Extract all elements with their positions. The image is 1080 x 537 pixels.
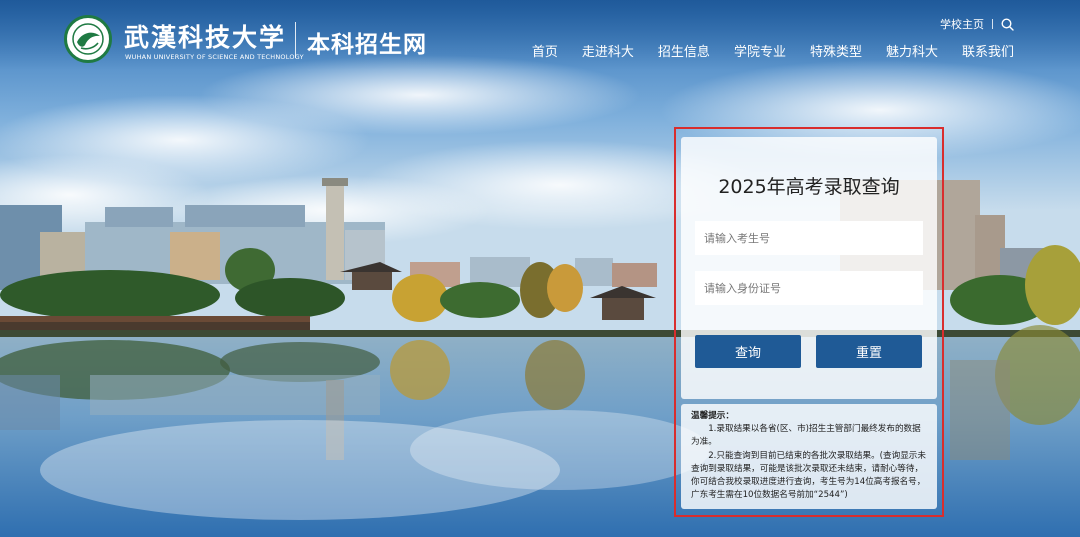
university-name-en: WUHAN UNIVERSITY OF SCIENCE AND TECHNOLO… bbox=[125, 53, 304, 61]
nav-special-types[interactable]: 特殊类型 bbox=[810, 41, 862, 60]
nav-admission-info[interactable]: 招生信息 bbox=[658, 41, 710, 60]
nav-about[interactable]: 走进科大 bbox=[582, 41, 634, 60]
id-number-input[interactable] bbox=[695, 271, 923, 305]
nav-contact[interactable]: 联系我们 bbox=[962, 41, 1014, 60]
query-button[interactable]: 查询 bbox=[695, 335, 801, 368]
search-icon[interactable] bbox=[1001, 17, 1014, 31]
top-link-separator bbox=[992, 19, 993, 29]
top-links: 学校主页 bbox=[940, 16, 1014, 32]
site-header: 武漢科技大学 WUHAN UNIVERSITY OF SCIENCE AND T… bbox=[0, 0, 1080, 70]
university-emblem-logo[interactable] bbox=[64, 15, 112, 63]
logo-divider bbox=[295, 22, 296, 58]
nav-charm[interactable]: 魅力科大 bbox=[886, 41, 938, 60]
main-nav: 首页 走进科大 招生信息 学院专业 特殊类型 魅力科大 联系我们 bbox=[508, 41, 1014, 60]
university-name-cn: 武漢科技大学 bbox=[124, 23, 287, 52]
admission-query-panel: 2025年高考录取查询 查询 重置 bbox=[681, 137, 937, 399]
tips-panel: 温馨提示： 1.录取结果以各省(区、市)招生主管部门最终发布的数据为准。 2.只… bbox=[681, 404, 937, 509]
school-homepage-link[interactable]: 学校主页 bbox=[940, 16, 984, 32]
tips-heading: 温馨提示： bbox=[691, 411, 734, 421]
reset-button[interactable]: 重置 bbox=[816, 335, 922, 368]
query-title: 2025年高考录取查询 bbox=[718, 176, 900, 198]
tip-item: 1.录取结果以各省(区、市)招生主管部门最终发布的数据为准。 bbox=[691, 424, 921, 448]
exam-number-input[interactable] bbox=[695, 221, 923, 255]
site-title: 本科招生网 bbox=[307, 32, 427, 58]
nav-home[interactable]: 首页 bbox=[532, 41, 558, 60]
nav-colleges-majors[interactable]: 学院专业 bbox=[734, 41, 786, 60]
tip-item: 2.只能查询到目前已结束的各批次录取结果。(查询显示未查询到录取结果，可能是该批… bbox=[691, 450, 926, 501]
